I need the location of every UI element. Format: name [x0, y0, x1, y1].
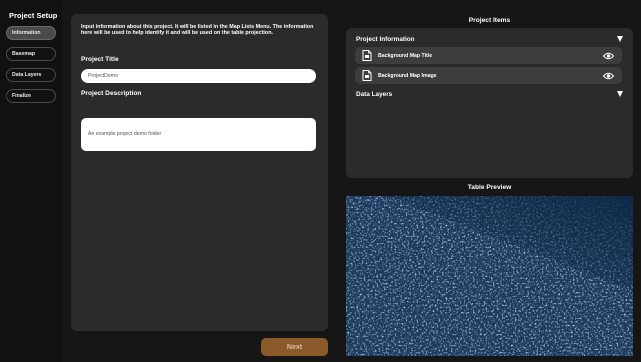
- section-data-layers[interactable]: Data Layers: [356, 89, 623, 99]
- document-icon: [362, 50, 372, 61]
- project-items-header: Project Items: [468, 17, 511, 24]
- project-title-label: Project Title: [81, 56, 119, 63]
- project-description-input[interactable]: An example project demo folder: [81, 118, 316, 151]
- section-label: Data Layers: [356, 90, 393, 98]
- table-preview-image: [346, 196, 633, 356]
- document-icon: [362, 70, 372, 81]
- step-basemap[interactable]: Basemap: [6, 47, 56, 61]
- eye-icon[interactable]: [603, 52, 614, 60]
- intro-text: Input information about this project. It…: [81, 24, 314, 37]
- item-background-map-image[interactable]: Background Map Image: [355, 67, 622, 84]
- section-project-information[interactable]: Project Information: [356, 34, 623, 44]
- project-title-input[interactable]: [81, 69, 316, 83]
- sidebar-title: Project Setup: [9, 11, 58, 20]
- step-data-layers[interactable]: Data Layers: [6, 68, 56, 82]
- step-information[interactable]: Information: [6, 26, 56, 40]
- eye-icon[interactable]: [603, 72, 614, 80]
- table-preview-header: Table Preview: [467, 184, 512, 191]
- project-items-panel: Project Information Background Map Title…: [346, 28, 633, 178]
- information-form-panel: Input information about this project. It…: [71, 14, 328, 331]
- collapse-triangle-icon: [617, 36, 623, 42]
- collapse-triangle-icon: [617, 91, 623, 97]
- project-description-label: Project Description: [81, 90, 142, 97]
- sidebar: Project Setup Information Basemap Data L…: [0, 0, 62, 362]
- item-background-map-title[interactable]: Background Map Title: [355, 47, 622, 64]
- item-label: Background Map Image: [378, 72, 437, 79]
- item-label: Background Map Title: [378, 52, 433, 59]
- preview-texture: [346, 196, 633, 356]
- section-label: Project Information: [356, 35, 415, 43]
- step-finalize[interactable]: Finalize: [6, 89, 56, 103]
- next-button[interactable]: Next: [261, 338, 328, 356]
